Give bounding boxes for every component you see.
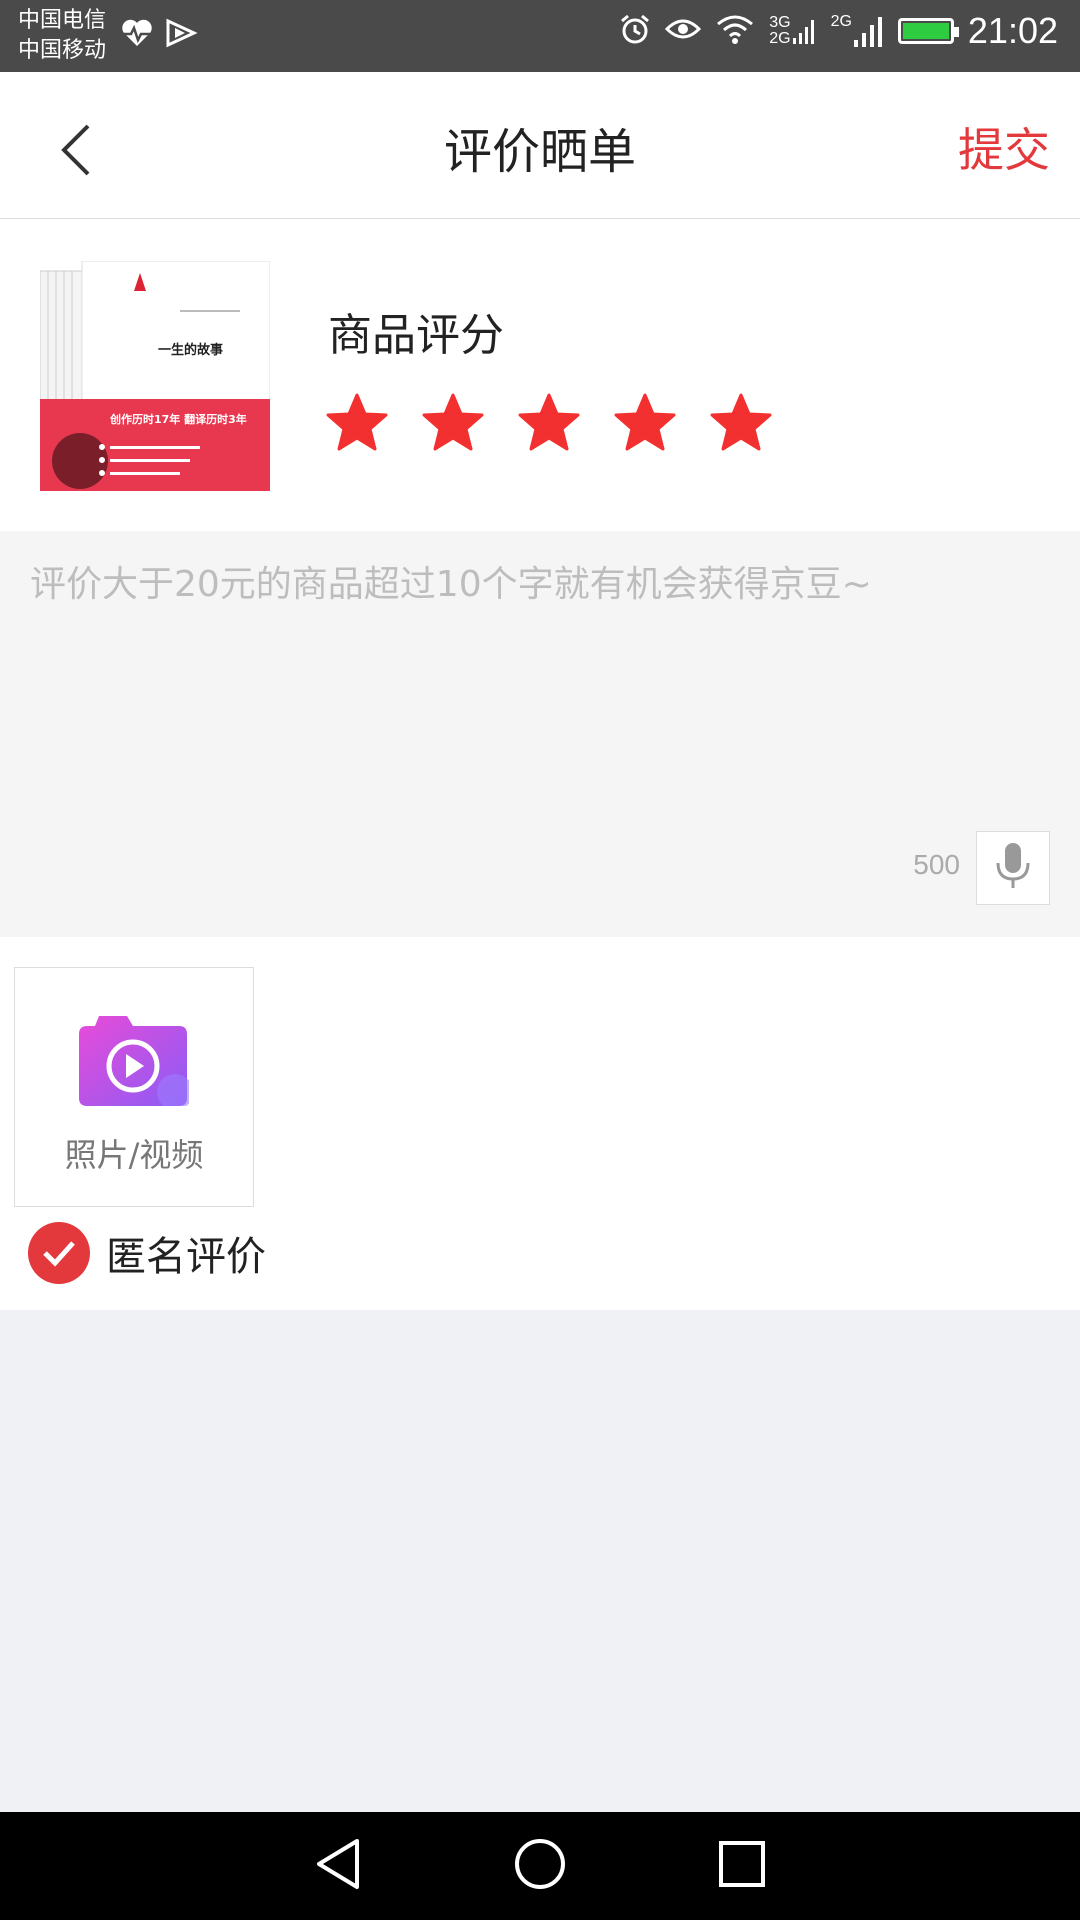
anonymous-checkbox[interactable]: 匿名评价 (28, 1222, 266, 1284)
signal-2-icon: 2G (831, 14, 884, 48)
carrier-1: 中国电信 (18, 8, 107, 33)
play-badge-icon (164, 18, 198, 52)
status-time: 21:02 (967, 10, 1058, 51)
star-icon[interactable] (422, 393, 484, 451)
heart-pulse-icon (120, 18, 154, 52)
star-icon[interactable] (326, 393, 388, 451)
media-section: 照片/视频 匿名评价 (0, 937, 1080, 1310)
star-icon[interactable] (518, 393, 580, 451)
book-band-text: 创作历时17年 翻译历时3年 (110, 413, 247, 426)
check-icon (28, 1222, 90, 1284)
network-type-2: 2G (769, 30, 791, 47)
upload-label: 照片/视频 (64, 1136, 204, 1174)
submit-button[interactable]: 提交 (958, 114, 1050, 180)
product-rating-section: 一生的故事 创作历时17年 翻译历时3年 商品评分 (0, 219, 1080, 531)
anonymous-label: 匿名评价 (106, 1234, 266, 1280)
network-type-3: 2G (830, 13, 852, 30)
page-title: 评价晒单 (443, 124, 636, 180)
mic-icon (993, 841, 1033, 895)
product-thumbnail[interactable]: 一生的故事 创作历时17年 翻译历时3年 (39, 260, 271, 492)
eye-icon (665, 15, 702, 47)
system-nav-bar (0, 1812, 1080, 1920)
book-title: 一生的故事 (158, 343, 224, 358)
nav-recents-icon[interactable] (717, 1839, 767, 1893)
review-text-input[interactable]: 评价大于20元的商品超过10个字就有机会获得京豆~ 500 (0, 531, 1080, 937)
nav-home-icon[interactable] (513, 1837, 567, 1895)
star-icon[interactable] (710, 393, 772, 451)
status-bar: 中国电信 中国移动 3G 2G 2G 21:02 (0, 0, 1080, 72)
rating-label: 商品评分 (328, 310, 504, 361)
star-rating (326, 393, 772, 451)
camera-video-icon (79, 1010, 193, 1110)
upload-photo-video-button[interactable]: 照片/视频 (14, 967, 254, 1207)
char-counter: 500 (913, 849, 960, 880)
battery-icon (897, 18, 959, 44)
wifi-icon (715, 13, 755, 49)
voice-input-button[interactable] (976, 831, 1050, 905)
signal-icon: 3G 2G (769, 15, 816, 47)
alarm-icon (619, 13, 651, 49)
network-type-1: 3G (769, 14, 791, 31)
carrier-2: 中国移动 (18, 38, 107, 63)
star-icon[interactable] (614, 393, 676, 451)
carrier-info: 中国电信 中国移动 (18, 6, 106, 66)
top-nav-bar: 评价晒单 提交 (0, 72, 1080, 219)
nav-back-icon[interactable] (313, 1837, 363, 1895)
review-placeholder: 评价大于20元的商品超过10个字就有机会获得京豆~ (30, 564, 872, 605)
